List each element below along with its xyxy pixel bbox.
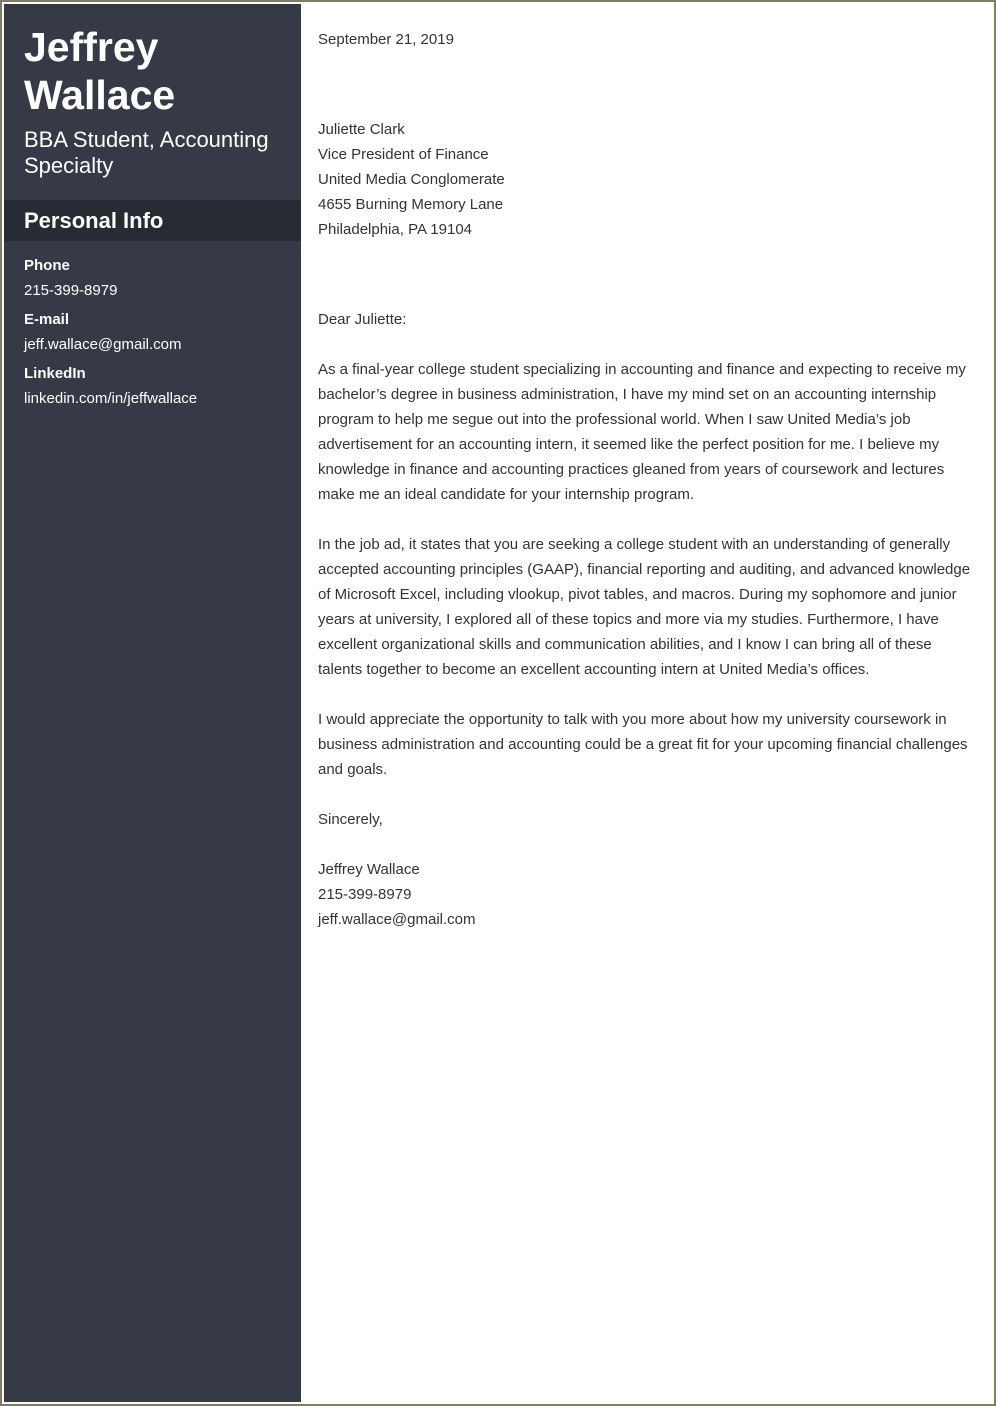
- recipient-company: United Media Conglomerate: [318, 171, 505, 188]
- info-label: Phone: [24, 257, 70, 274]
- info-label: LinkedIn: [24, 365, 86, 382]
- body-paragraph: I would appreciate the opportunity to ta…: [318, 711, 968, 778]
- applicant-subtitle: BBA Student, Accounting Specialty: [24, 127, 269, 178]
- signature-block: Jeffrey Wallace 215-399-8979 jeff.wallac…: [318, 857, 972, 932]
- signature-name: Jeffrey Wallace: [318, 861, 420, 878]
- info-label: E-mail: [24, 311, 70, 328]
- page: Jeffrey Wallace BBA Student, Accounting …: [3, 3, 993, 1403]
- salutation: Dear Juliette:: [318, 311, 407, 328]
- sidebar: Jeffrey Wallace BBA Student, Accounting …: [4, 4, 301, 1402]
- applicant-name: Jeffrey Wallace: [4, 4, 301, 119]
- info-item-email: E-mail jeff.wallace@gmail.com: [24, 309, 281, 356]
- personal-info-list: Phone 215-399-8979 E-mail jeff.wallace@g…: [4, 241, 301, 410]
- closing: Sincerely,: [318, 811, 383, 828]
- body-paragraph: In the job ad, it states that you are se…: [318, 536, 971, 678]
- body-paragraph: As a final-year college student speciali…: [318, 361, 966, 503]
- recipient-name: Juliette Clark: [318, 121, 405, 138]
- info-value-phone: 215-399-8979: [24, 282, 118, 299]
- signature-email: jeff.wallace@gmail.com: [318, 911, 476, 928]
- recipient-city: Philadelphia, PA 19104: [318, 221, 473, 238]
- signature-phone: 215-399-8979: [318, 886, 412, 903]
- recipient-street: 4655 Burning Memory Lane: [318, 196, 504, 213]
- personal-info-title: Personal Info: [24, 207, 164, 233]
- info-value-linkedin: linkedin.com/in/jeffwallace: [24, 390, 198, 407]
- info-value-email: jeff.wallace@gmail.com: [24, 336, 182, 353]
- info-item-phone: Phone 215-399-8979: [24, 255, 281, 302]
- recipient-block: Juliette Clark Vice President of Finance…: [318, 117, 972, 242]
- recipient-title: Vice President of Finance: [318, 146, 489, 163]
- letter-date: September 21, 2019: [318, 31, 454, 48]
- page-frame: Jeffrey Wallace BBA Student, Accounting …: [0, 0, 996, 1406]
- info-item-linkedin: LinkedIn linkedin.com/in/jeffwallace: [24, 363, 281, 410]
- applicant-first-name: Jeffrey: [24, 24, 159, 70]
- cover-letter: September 21, 2019 Juliette Clark Vice P…: [301, 4, 992, 1402]
- personal-info-header: Personal Info: [4, 200, 301, 241]
- applicant-last-name: Wallace: [24, 72, 176, 118]
